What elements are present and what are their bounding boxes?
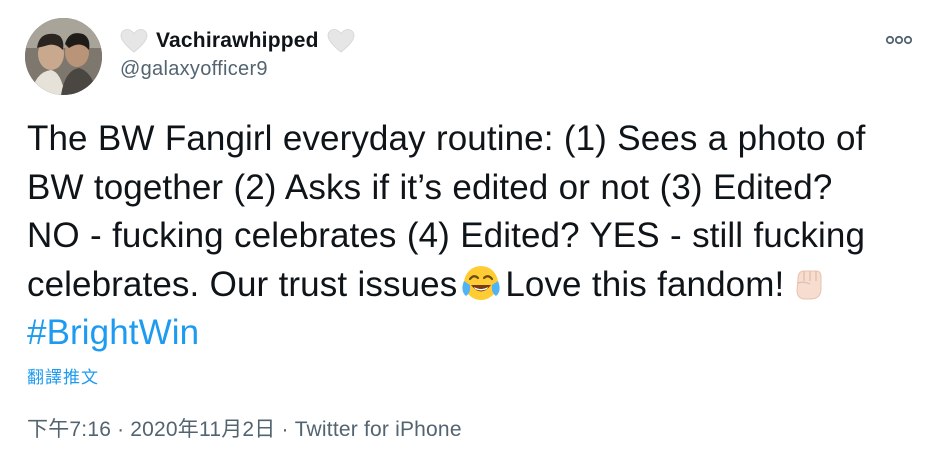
tweet-card: Vachirawhipped @galaxyofficer9 The BW Fa… bbox=[0, 0, 939, 464]
tweet-metadata: 下午7:16 · 2020年11月2日 · Twitter for iPhone bbox=[27, 413, 462, 443]
tweet-text: The BW Fangirl everyday routine: (1) See… bbox=[27, 115, 922, 358]
face-with-tears-of-joy-icon bbox=[461, 263, 501, 303]
user-handle[interactable]: @galaxyofficer9 bbox=[120, 58, 355, 81]
tweet-line: celebrates. Our trust issues Love this f… bbox=[27, 261, 922, 310]
author-block[interactable]: Vachirawhipped @galaxyofficer9 bbox=[120, 27, 355, 81]
tweet-line: The BW Fangirl everyday routine: (1) See… bbox=[27, 119, 866, 158]
avatar-photo bbox=[25, 18, 102, 95]
more-options-button[interactable] bbox=[885, 30, 913, 50]
tweet-source[interactable]: Twitter for iPhone bbox=[295, 418, 462, 441]
tweet-date[interactable]: 2020年11月2日 bbox=[130, 418, 275, 441]
avatar[interactable] bbox=[25, 18, 102, 95]
raised-fist-icon bbox=[788, 263, 828, 303]
hashtag-link[interactable]: #BrightWin bbox=[27, 309, 922, 358]
translate-tweet-link[interactable]: 翻譯推文 bbox=[27, 363, 99, 388]
name-row[interactable]: Vachirawhipped bbox=[120, 27, 355, 55]
separator: · bbox=[117, 418, 125, 441]
white-heart-icon bbox=[120, 28, 148, 54]
tweet-line-segment: celebrates. Our trust issues bbox=[27, 264, 458, 304]
separator: · bbox=[281, 418, 289, 441]
display-name[interactable]: Vachirawhipped bbox=[156, 29, 319, 53]
tweet-time[interactable]: 下午7:16 bbox=[27, 418, 111, 441]
tweet-line: BW together (2) Asks if it’s edited or n… bbox=[27, 167, 833, 207]
more-options-icon bbox=[885, 35, 913, 45]
white-heart-icon bbox=[327, 28, 355, 54]
tweet-line-segment: Love this fandom! bbox=[505, 264, 785, 304]
tweet-line: NO - fucking celebrates (4) Edited? YES … bbox=[27, 216, 866, 255]
